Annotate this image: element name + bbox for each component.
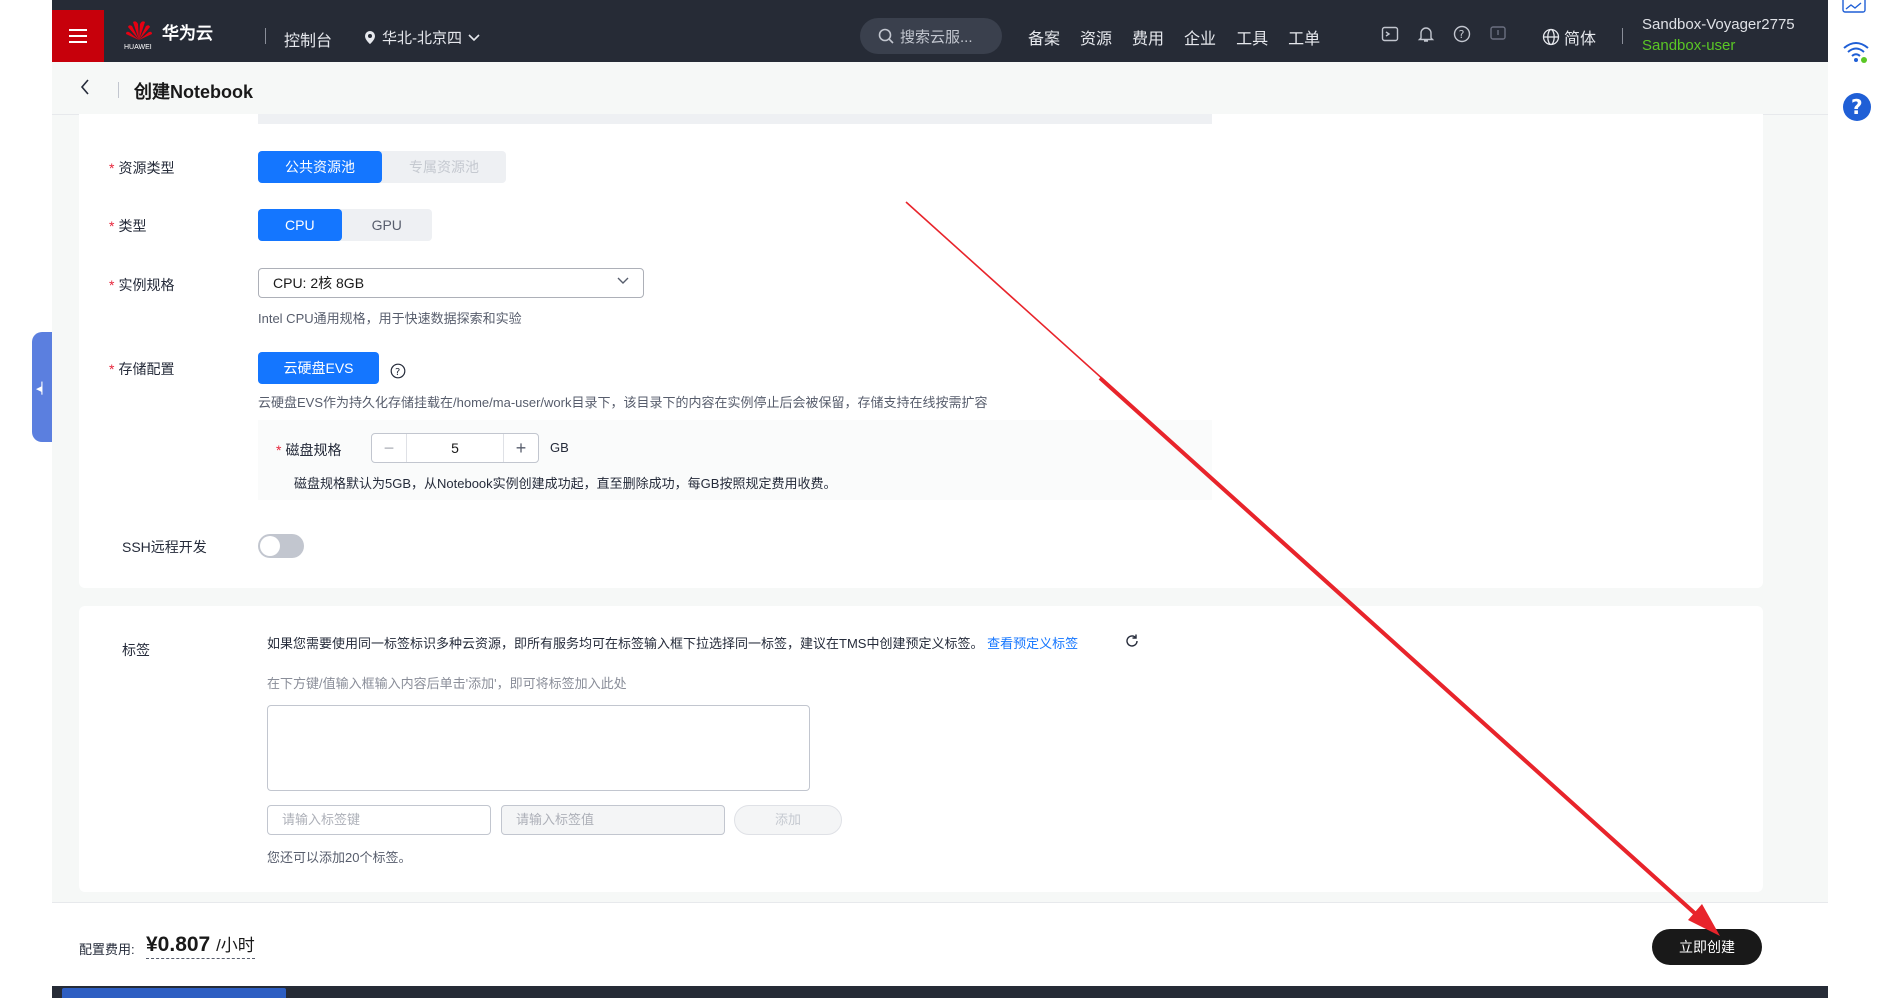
nav-divider xyxy=(1622,28,1623,44)
system-tray-strip: ? xyxy=(1830,0,1896,998)
taskbar xyxy=(52,986,1828,998)
option-cpu[interactable]: CPU xyxy=(258,209,342,241)
nav-link-resources[interactable]: 资源 xyxy=(1080,25,1112,49)
wifi-icon[interactable] xyxy=(1842,40,1870,67)
ssh-label: SSH远程开发 xyxy=(122,539,207,555)
globe-icon xyxy=(1542,28,1560,46)
storage-hint: 云硬盘EVS作为持久化存储挂载在/home/ma-user/work目录下，该目… xyxy=(258,395,988,410)
svg-text:?: ? xyxy=(395,367,400,378)
option-evs[interactable]: 云硬盘EVS xyxy=(258,352,379,384)
menu-button[interactable] xyxy=(52,10,104,62)
region-selector[interactable]: 华北-北京四 xyxy=(364,27,480,48)
brand-sub: HUAWEI xyxy=(124,44,152,51)
disk-size-value[interactable]: 5 xyxy=(407,434,503,462)
chevron-down-icon xyxy=(617,277,629,284)
footer-bar: 配置费用: ¥0.807 /小时 立即创建 xyxy=(52,902,1828,987)
fee-label: 配置费用: xyxy=(79,942,135,957)
nav-link-filing[interactable]: 备案 xyxy=(1028,25,1060,49)
config-card xyxy=(79,114,1763,588)
storage-help-icon[interactable]: ? xyxy=(390,363,406,382)
tag-value-input[interactable]: 请输入标签值 xyxy=(501,805,725,835)
ssh-toggle[interactable] xyxy=(258,534,304,558)
disk-unit: GB xyxy=(550,440,569,455)
location-icon xyxy=(365,31,375,44)
option-dedicated-pool[interactable]: 专属资源池 xyxy=(382,151,506,183)
user-role: Sandbox-user xyxy=(1642,37,1736,54)
svg-text:?: ? xyxy=(1459,28,1465,41)
fee-value[interactable]: ¥0.807 /小时 xyxy=(146,931,255,959)
help-circle-icon[interactable]: ? xyxy=(1842,92,1872,125)
collapse-side-tab[interactable]: ◂▏ xyxy=(32,332,52,442)
hamburger-icon xyxy=(69,25,87,47)
console-link[interactable]: 控制台 xyxy=(284,27,332,51)
tags-label: 标签 xyxy=(122,642,150,658)
previous-section-remnant xyxy=(258,114,1212,124)
page-header: 创建Notebook xyxy=(52,62,1828,115)
huawei-logo-icon: HUAWEI xyxy=(124,18,154,51)
chevron-down-icon xyxy=(468,33,480,41)
chevron-left-icon xyxy=(80,79,89,95)
search-icon xyxy=(878,28,894,44)
page-title: 创建Notebook xyxy=(134,82,253,102)
nav-divider xyxy=(265,28,266,44)
back-button[interactable] xyxy=(80,79,90,100)
type-label: * 类型 xyxy=(109,218,147,234)
tag-input-hint: 在下方键/值输入框输入内容后单击'添加'，即可将标签加入此处 xyxy=(267,676,627,691)
terminal-icon[interactable] xyxy=(1380,24,1400,44)
tags-description: 如果您需要使用同一标签标识多种云资源，即所有服务均可在标签输入框下拉选择同一标签… xyxy=(267,636,1079,651)
help-icon[interactable]: ? xyxy=(1452,24,1472,44)
predefined-tags-link[interactable]: 查看预定义标签 xyxy=(987,636,1078,651)
taskbar-item[interactable] xyxy=(62,988,286,998)
spec-value: CPU: 2核 8GB xyxy=(273,275,365,291)
fee-unit: /小时 xyxy=(216,936,255,955)
toggle-knob xyxy=(260,536,280,556)
nav-icons: ? xyxy=(1380,24,1508,44)
search-box[interactable]: 搜索云服... xyxy=(860,18,1002,54)
refresh-icon[interactable] xyxy=(1124,633,1140,652)
nav-link-billing[interactable]: 费用 xyxy=(1132,25,1164,49)
spec-select[interactable]: CPU: 2核 8GB xyxy=(258,268,644,298)
top-navigation: HUAWEI 华为云 控制台 华北-北京四 搜索云服... 备案 资源 费用 企… xyxy=(52,0,1828,62)
left-margin xyxy=(0,0,52,998)
disk-size-stepper[interactable]: − 5 + xyxy=(371,433,539,463)
resource-type-selector: 公共资源池 专属资源池 xyxy=(258,151,506,183)
create-now-button[interactable]: 立即创建 xyxy=(1652,929,1762,965)
tags-remaining: 您还可以添加20个标签。 xyxy=(267,850,412,865)
language-label: 简体 xyxy=(1564,31,1597,48)
nav-link-tickets[interactable]: 工单 xyxy=(1288,25,1320,49)
spec-hint: Intel CPU通用规格，用于快速数据探索和实验 xyxy=(258,311,522,326)
brand-name: 华为云 xyxy=(162,23,213,43)
nav-link-tools[interactable]: 工具 xyxy=(1236,25,1268,49)
username: Sandbox-Voyager2775 xyxy=(1642,16,1795,33)
region-label: 华北-北京四 xyxy=(382,30,462,47)
tag-key-input[interactable]: 请输入标签键 xyxy=(267,805,491,835)
tags-display-area[interactable] xyxy=(267,705,810,791)
nav-link-enterprise[interactable]: 企业 xyxy=(1184,25,1216,49)
search-placeholder: 搜索云服... xyxy=(900,28,973,46)
disk-size-label: * 磁盘规格 xyxy=(276,442,342,458)
storage-label: * 存储配置 xyxy=(109,361,175,377)
type-selector: CPU GPU xyxy=(258,209,432,241)
decrement-button[interactable]: − xyxy=(372,434,407,462)
bell-icon[interactable] xyxy=(1416,24,1436,44)
spec-label: * 实例规格 xyxy=(109,277,175,293)
language-switcher[interactable]: 简体 xyxy=(1542,25,1596,49)
huawei-cloud-logo[interactable]: HUAWEI 华为云 xyxy=(124,18,213,51)
browser-viewport: HUAWEI 华为云 控制台 华北-北京四 搜索云服... 备案 资源 费用 企… xyxy=(52,0,1828,998)
header-divider xyxy=(118,82,119,98)
resource-type-label: * 资源类型 xyxy=(109,160,175,176)
nav-links: 备案 资源 费用 企业 工具 工单 xyxy=(1028,25,1320,49)
feedback-icon[interactable] xyxy=(1488,24,1508,44)
monitor-chart-icon[interactable] xyxy=(1842,0,1866,17)
disk-hint: 磁盘规格默认为5GB，从Notebook实例创建成功起，直至删除成功，每GB按照… xyxy=(294,476,837,491)
add-tag-button[interactable]: 添加 xyxy=(734,805,842,835)
option-public-pool[interactable]: 公共资源池 xyxy=(258,151,382,183)
user-account[interactable]: Sandbox-Voyager2775 Sandbox-user xyxy=(1642,14,1795,56)
option-gpu[interactable]: GPU xyxy=(342,209,432,241)
svg-text:◂▏: ◂▏ xyxy=(36,381,50,395)
svg-text:?: ? xyxy=(1851,95,1863,119)
increment-button[interactable]: + xyxy=(503,434,538,462)
